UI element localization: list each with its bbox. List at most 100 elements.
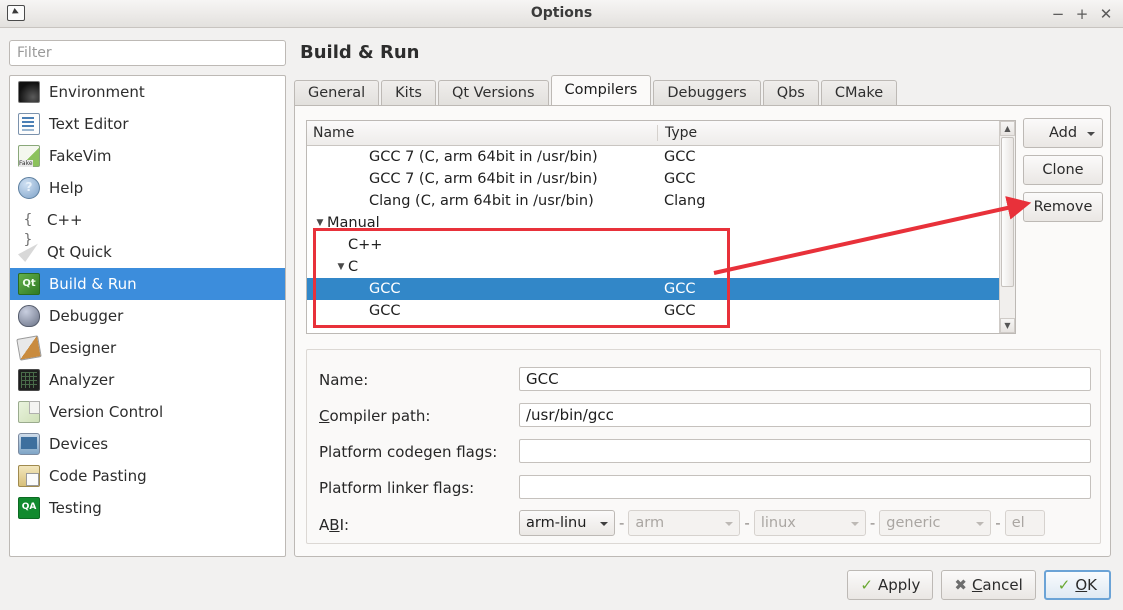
- add-button[interactable]: Add: [1023, 118, 1103, 148]
- tab-compilers[interactable]: Compilers: [550, 75, 652, 105]
- tree-cell-type: Clang: [664, 193, 706, 209]
- chevron-down-icon[interactable]: [313, 218, 327, 228]
- tree-row[interactable]: GCC 7 (C, arm 64bit in /usr/bin) GCC: [307, 168, 1015, 190]
- minimize-button[interactable]: −: [1047, 4, 1069, 24]
- fakevim-icon: [18, 145, 40, 167]
- field-label-compiler-path: Compiler path:: [319, 404, 430, 428]
- tree-row[interactable]: C++: [307, 234, 1015, 256]
- tree-row[interactable]: Clang (C, arm 64bit in /usr/bin) Clang: [307, 190, 1015, 212]
- chevron-down-icon: [976, 522, 985, 526]
- maximize-button[interactable]: +: [1071, 4, 1093, 24]
- tree-vertical-scrollbar[interactable]: ▲ ▼: [999, 121, 1015, 333]
- sidebar-item-testing[interactable]: Testing: [10, 492, 285, 524]
- sidebar-item-code-pasting[interactable]: Code Pasting: [10, 460, 285, 492]
- remove-button[interactable]: Remove: [1023, 192, 1103, 222]
- chevron-down-icon[interactable]: [600, 522, 608, 526]
- sidebar-item-debugger[interactable]: Debugger: [10, 300, 285, 332]
- ruler-pencil-icon: [16, 335, 42, 361]
- button-label: Apply: [878, 575, 921, 594]
- sidebar-item-build-run[interactable]: Build & Run: [10, 268, 285, 300]
- sidebar-item-version-control[interactable]: Version Control: [10, 396, 285, 428]
- window-controls: − + ✕: [1047, 4, 1117, 24]
- abi-part-value: generic: [886, 515, 941, 531]
- braces-icon: [18, 210, 38, 230]
- ok-button[interactable]: ✓ OK: [1043, 570, 1111, 600]
- field-input-compiler-path[interactable]: /usr/bin/gcc: [519, 403, 1091, 427]
- tree-row[interactable]: GCC GCC: [307, 278, 1015, 300]
- tree-cell-type: GCC: [664, 281, 696, 297]
- sidebar-item-c[interactable]: C++: [10, 204, 285, 236]
- sidebar-item-label: Designer: [49, 339, 117, 357]
- sidebar-item-fakevim[interactable]: FakeVim: [10, 140, 285, 172]
- document-text-icon: [18, 113, 40, 135]
- sidebar-item-label: Text Editor: [49, 115, 129, 133]
- field-label-name: Name:: [319, 368, 368, 392]
- field-input-platform-codegen-flags[interactable]: [519, 439, 1091, 463]
- tree-cell-name: C: [307, 259, 657, 275]
- button-label: OK: [1075, 575, 1097, 594]
- tab-qbs[interactable]: Qbs: [762, 80, 819, 105]
- sidebar-item-environment[interactable]: Environment: [10, 76, 285, 108]
- sidebar-item-label: Testing: [49, 499, 102, 517]
- sidebar-item-label: Help: [49, 179, 84, 197]
- field-label-platform-codegen-flags: Platform codegen flags:: [319, 440, 497, 464]
- scrollbar-thumb[interactable]: [1001, 137, 1014, 287]
- sidebar-item-label: Qt Quick: [47, 243, 112, 261]
- tree-cell-name: Clang (C, arm 64bit in /usr/bin): [307, 193, 657, 209]
- field-input-name[interactable]: GCC: [519, 367, 1091, 391]
- tree-cell-type: GCC: [664, 171, 696, 187]
- tree-cell-name: GCC 7 (C, arm 64bit in /usr/bin): [307, 149, 657, 165]
- scroll-up-arrow[interactable]: ▲: [1000, 121, 1015, 136]
- tree-row[interactable]: C: [307, 256, 1015, 278]
- clipboard-globe-icon: [18, 465, 40, 487]
- close-button[interactable]: ✕: [1095, 4, 1117, 24]
- abi-preset-combo[interactable]: arm-linu: [519, 510, 615, 536]
- sidebar-item-text-editor[interactable]: Text Editor: [10, 108, 285, 140]
- check-icon: ✓: [1057, 575, 1071, 594]
- tree-action-buttons: Add Clone Remove: [1023, 118, 1103, 229]
- tab-qt-versions[interactable]: Qt Versions: [437, 80, 549, 105]
- tree-row-label: C++: [348, 237, 383, 253]
- sidebar-item-qt-quick[interactable]: Qt Quick: [10, 236, 285, 268]
- chevron-down-icon[interactable]: [334, 262, 348, 272]
- tab-cmake[interactable]: CMake: [820, 80, 898, 105]
- button-label: Remove: [1033, 199, 1093, 215]
- chevron-down-icon[interactable]: [1087, 132, 1095, 136]
- tab-general[interactable]: General: [294, 80, 380, 105]
- tree-row[interactable]: GCC 7 (C, arm 64bit in /usr/bin) GCC: [307, 146, 1015, 168]
- sidebar-item-help[interactable]: Help: [10, 172, 285, 204]
- sidebar-item-analyzer[interactable]: Analyzer: [10, 364, 285, 396]
- dialog-button-bar: ✓ Apply ✖ Cancel ✓ OK: [847, 570, 1111, 600]
- scroll-down-arrow[interactable]: ▼: [1000, 318, 1015, 333]
- sidebar-item-label: Build & Run: [49, 275, 137, 293]
- sidebar-item-label: Debugger: [49, 307, 124, 325]
- tab-kits[interactable]: Kits: [381, 80, 436, 105]
- chevron-down-icon: [850, 522, 859, 526]
- cancel-button[interactable]: ✖ Cancel: [941, 570, 1036, 600]
- filter-input[interactable]: [9, 40, 286, 66]
- settings-tabbar[interactable]: General Kits Qt Versions Compilers Debuggers…: [294, 75, 899, 105]
- field-input-platform-linker-flags[interactable]: [519, 475, 1091, 499]
- apply-button[interactable]: ✓ Apply: [847, 570, 934, 600]
- tree-row-label: GCC 7 (C, arm 64bit in /usr/bin): [369, 149, 598, 165]
- field-label-platform-linker-flags: Platform linker flags:: [319, 476, 474, 500]
- phone-device-icon: [18, 433, 40, 455]
- compilers-tree[interactable]: Name Type GCC 7 (C, arm 64bit in /usr/bi…: [306, 120, 1016, 334]
- chevron-down-icon: [725, 522, 734, 526]
- clone-button[interactable]: Clone: [1023, 155, 1103, 185]
- tab-debuggers[interactable]: Debuggers: [653, 80, 761, 105]
- column-header-type[interactable]: Type: [657, 125, 1015, 141]
- column-header-name[interactable]: Name: [307, 125, 657, 141]
- tree-row[interactable]: GCC GCC: [307, 300, 1015, 322]
- tree-row-label: GCC: [369, 303, 401, 319]
- tree-body[interactable]: GCC 7 (C, arm 64bit in /usr/bin) GCC GCC 7…: [307, 146, 1015, 322]
- window-titlebar: Options − + ✕: [0, 0, 1123, 28]
- sidebar-item-devices[interactable]: Devices: [10, 428, 285, 460]
- tree-row-label: Clang (C, arm 64bit in /usr/bin): [369, 193, 594, 209]
- tree-row-label: C: [348, 259, 359, 275]
- sidebar-item-designer[interactable]: Designer: [10, 332, 285, 364]
- tree-row-label: GCC: [369, 281, 401, 297]
- tree-row[interactable]: Manual: [307, 212, 1015, 234]
- tree-cell-name: GCC: [307, 303, 657, 319]
- settings-category-list[interactable]: Environment Text Editor FakeVim Help C++ Qt Q…: [9, 75, 286, 557]
